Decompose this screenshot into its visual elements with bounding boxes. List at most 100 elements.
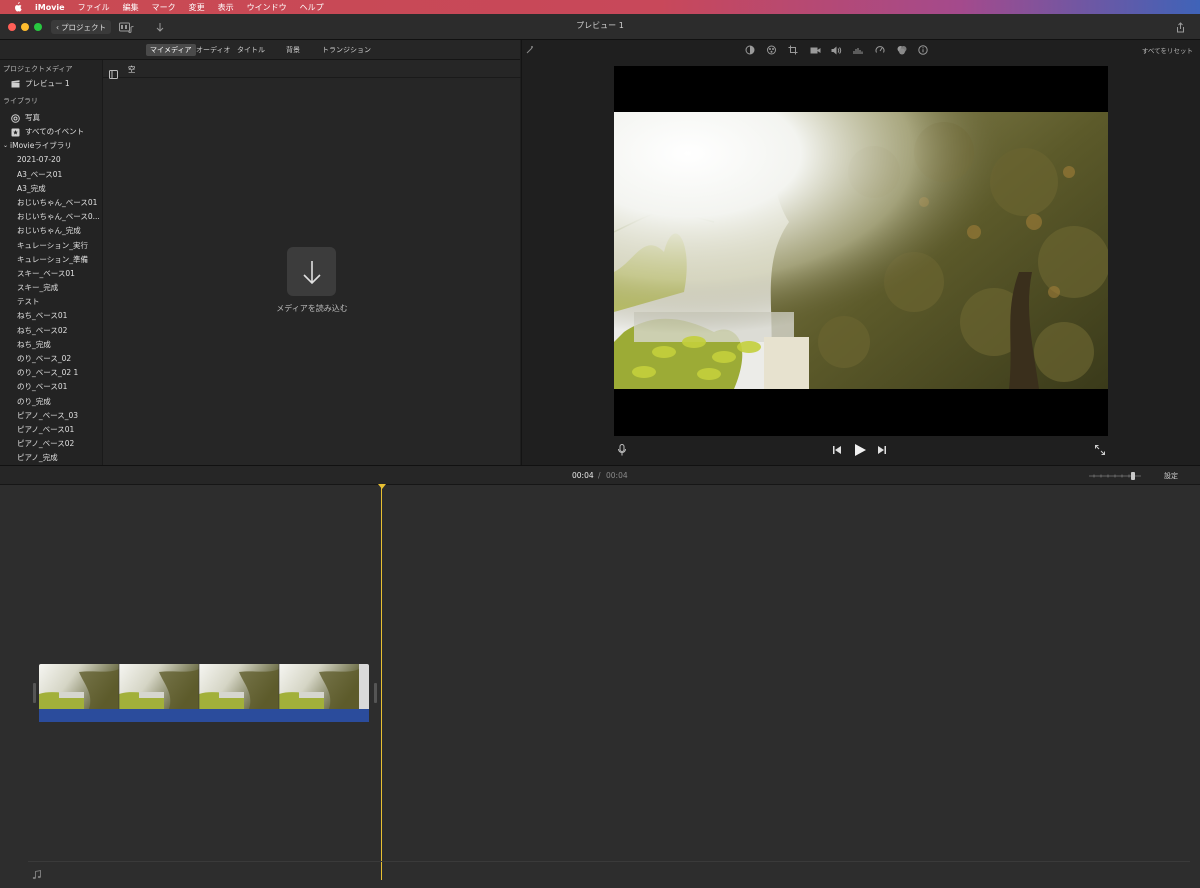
sidebar-item-imovie-library[interactable]: ⌄ iMovieライブラリ: [0, 139, 102, 153]
sidebar-item-event[interactable]: A3_ベース01: [0, 168, 102, 182]
magic-wand-icon[interactable]: [524, 44, 536, 56]
sidebar-item-event[interactable]: 2021-07-20: [0, 153, 102, 167]
clip-filter-icon[interactable]: [896, 44, 908, 56]
tab-titles[interactable]: タイトル: [233, 44, 269, 56]
sidebar-item-event[interactable]: ピアノ_ベース01: [0, 423, 102, 437]
viewer: すべてをリセット: [521, 40, 1200, 465]
crop-icon[interactable]: [787, 44, 799, 56]
adjustments-bar: すべてをリセット: [522, 40, 1200, 60]
fullscreen-window-button[interactable]: [34, 23, 42, 31]
fullscreen-icon[interactable]: [1093, 444, 1107, 456]
menu-view[interactable]: 表示: [218, 2, 234, 13]
media-browser-toggle-icon[interactable]: [118, 20, 136, 34]
project-item-label: プレビュー 1: [25, 79, 70, 88]
imovie-library-label: iMovieライブラリ: [10, 141, 72, 151]
back-to-projects-button[interactable]: ‹ プロジェクト: [51, 20, 111, 34]
libraries-header: ライブラリ: [3, 97, 38, 105]
sidebar-item-project[interactable]: プレビュー 1: [0, 76, 102, 92]
minimize-window-button[interactable]: [21, 23, 29, 31]
window-titlebar: ‹ プロジェクト プレビュー 1: [0, 14, 1200, 40]
event-name: 空: [128, 65, 136, 74]
tab-transitions[interactable]: トランジション: [318, 44, 375, 56]
browser-header-bar: 空: [103, 60, 521, 79]
sidebar-item-event[interactable]: A3_完成: [0, 182, 102, 196]
close-window-button[interactable]: [8, 23, 16, 31]
clip-filmstrip-image: [39, 664, 369, 709]
sidebar-item-all-events[interactable]: すべてのイベント: [0, 125, 102, 139]
play-icon[interactable]: [853, 442, 867, 458]
sidebar-item-event[interactable]: おじいちゃん_ベース01: [0, 196, 102, 210]
clip-right-handle[interactable]: [374, 683, 377, 703]
chevron-down-icon: ⌄: [3, 142, 9, 150]
voiceover-mic-icon[interactable]: [616, 443, 628, 457]
sidebar-item-event[interactable]: キュレーション_実行: [0, 239, 102, 253]
menu-file[interactable]: ファイル: [78, 2, 110, 13]
clapperboard-icon: [10, 79, 20, 89]
window-title: プレビュー 1: [576, 21, 624, 30]
color-balance-icon[interactable]: [744, 44, 756, 56]
sidebar-item-event[interactable]: のり_ベース_02: [0, 352, 102, 366]
share-icon[interactable]: [1174, 20, 1186, 34]
sidebar-item-event[interactable]: スキー_ベース01: [0, 267, 102, 281]
video-clip[interactable]: [39, 664, 369, 722]
sidebar-item-event[interactable]: スキー_完成: [0, 281, 102, 295]
sidebar-item-event[interactable]: のり_ベース_02 1: [0, 366, 102, 380]
skip-back-icon[interactable]: [832, 444, 842, 456]
sidebar-item-photos[interactable]: 写真: [0, 111, 102, 125]
sidebar-item-event[interactable]: おじいちゃん_完成: [0, 224, 102, 238]
volume-icon[interactable]: [830, 44, 842, 56]
sidebar-item-event[interactable]: キュレーション_準備: [0, 253, 102, 267]
reset-all-button[interactable]: すべてをリセット: [1142, 45, 1193, 55]
import-media-label: メディアを読み込む: [276, 304, 348, 313]
photos-icon: [10, 113, 20, 123]
sidebar-item-event[interactable]: ピアノ_ベース_03: [0, 409, 102, 423]
sidebar-item-event[interactable]: おじいちゃん_ベース0...: [0, 210, 102, 224]
project-media-header: プロジェクトメディア: [3, 65, 73, 73]
apple-icon[interactable]: [12, 2, 23, 13]
playhead[interactable]: [381, 485, 382, 880]
video-preview[interactable]: [614, 66, 1108, 436]
timeline[interactable]: [0, 484, 1200, 888]
tab-my-media[interactable]: マイメディア: [146, 44, 196, 56]
playhead-handle[interactable]: [378, 484, 386, 489]
timeline-settings-button[interactable]: 設定: [1164, 471, 1178, 481]
menu-modify[interactable]: 変更: [189, 2, 205, 13]
background-music-well[interactable]: [28, 861, 1190, 881]
tab-audio[interactable]: オーディオ: [192, 44, 235, 56]
import-media-button[interactable]: [287, 247, 336, 296]
skip-forward-icon[interactable]: [877, 444, 887, 456]
stabilization-icon[interactable]: [809, 44, 821, 56]
chevron-left-icon: ‹: [56, 22, 59, 32]
menu-app-name[interactable]: iMovie: [35, 3, 65, 12]
sidebar-item-event[interactable]: のり_ベース01: [0, 380, 102, 394]
tab-backgrounds[interactable]: 背景: [282, 44, 304, 56]
menu-edit[interactable]: 編集: [123, 2, 139, 13]
clip-left-handle[interactable]: [33, 683, 36, 703]
sidebar-item-event[interactable]: ねち_ベース02: [0, 324, 102, 338]
menu-bar: iMovie ファイル 編集 マーク 変更 表示 ウインドウ ヘルプ: [0, 0, 1200, 14]
media-browser-tabs: マイメディア オーディオ タイトル 背景 トランジション: [0, 40, 520, 60]
import-arrow-icon[interactable]: [154, 20, 166, 34]
sidebar-item-event[interactable]: ねち_完成: [0, 338, 102, 352]
menu-mark[interactable]: マーク: [152, 2, 176, 13]
sidebar-item-event[interactable]: テスト: [0, 295, 102, 309]
sidebar-item-event[interactable]: ピアノ_ベース02: [0, 437, 102, 451]
time-separator: /: [598, 471, 601, 480]
media-browser: 空 メディアを読み込む: [102, 60, 521, 465]
color-correction-icon[interactable]: [765, 44, 777, 56]
sidebar-toggle-icon[interactable]: [109, 64, 118, 83]
menu-window[interactable]: ウインドウ: [247, 2, 287, 13]
back-to-projects-label: プロジェクト: [61, 22, 106, 32]
sidebar-item-event[interactable]: ピアノ_完成: [0, 451, 102, 465]
zoom-slider[interactable]: [1088, 472, 1142, 480]
star-box-icon: [10, 127, 20, 137]
speed-icon[interactable]: [874, 44, 886, 56]
event-list: 2021-07-20 A3_ベース01 A3_完成 おじいちゃん_ベース01 おじいちゃ…: [0, 153, 102, 465]
noise-reduction-icon[interactable]: [852, 44, 864, 56]
sidebar-item-event[interactable]: ねち_ベース01: [0, 309, 102, 323]
clip-thumbnails: [39, 664, 369, 709]
timeline-header: 00:04 / 00:04 設定: [0, 465, 1200, 485]
menu-help[interactable]: ヘルプ: [300, 2, 324, 13]
sidebar-item-event[interactable]: のり_完成: [0, 395, 102, 409]
info-icon[interactable]: [917, 44, 929, 56]
